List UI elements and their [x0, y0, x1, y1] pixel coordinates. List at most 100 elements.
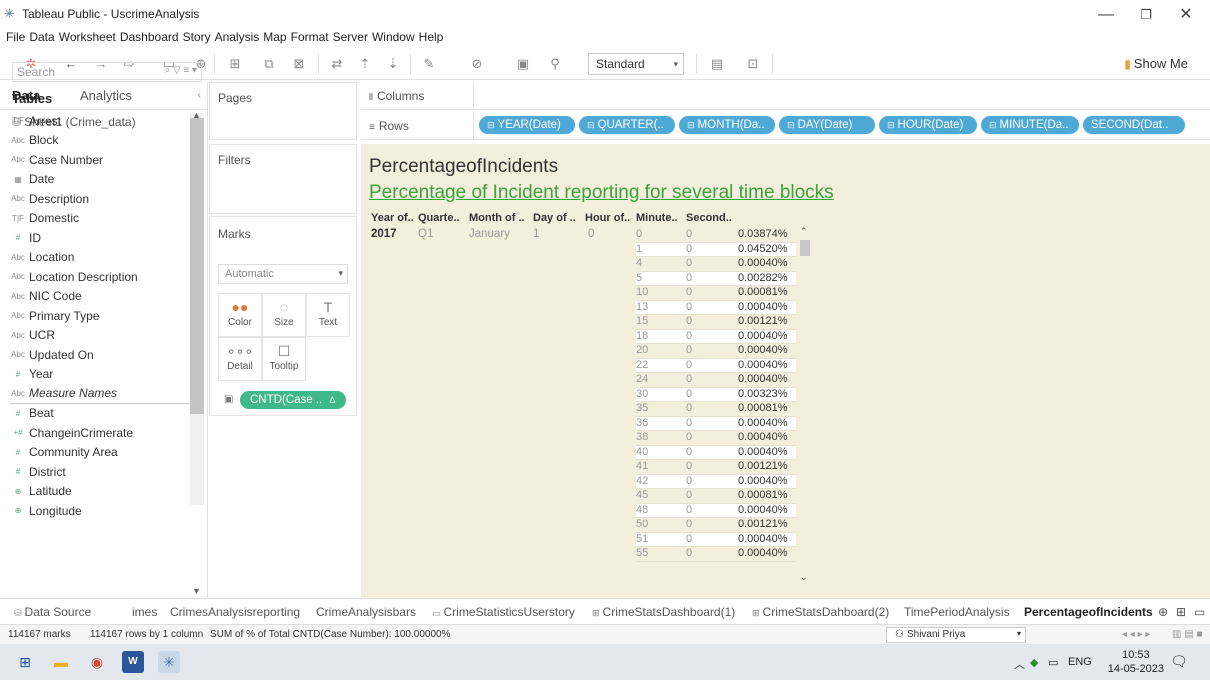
field-item[interactable]: Abc NIC Code	[10, 287, 190, 307]
table-row[interactable]: 42 0 0.00040%	[636, 474, 796, 489]
menu-server[interactable]: Server	[333, 28, 372, 46]
close-button[interactable]: ✕	[1166, 4, 1206, 26]
menu-story[interactable]: Story	[183, 28, 215, 46]
fit-mode-select[interactable]: Standard ▾	[588, 53, 684, 75]
table-row[interactable]: 51 0 0.00040%	[636, 532, 796, 547]
rows-pill-day[interactable]: ⊟ DAY(Date)	[779, 116, 875, 134]
table-row[interactable]: 15 0 0.00121%	[636, 315, 796, 330]
minimize-button[interactable]: —	[1086, 4, 1126, 26]
header-month[interactable]: Month of ..	[469, 212, 525, 224]
menu-help[interactable]: Help	[419, 28, 448, 46]
table-row[interactable]: 5 0 0.00282%	[636, 271, 796, 286]
rows-pill-hour[interactable]: ⊟ HOUR(Date)	[879, 116, 977, 134]
table-row[interactable]: 18 0 0.00040%	[636, 329, 796, 344]
new-story-tab-icon[interactable]: ▭	[1194, 605, 1205, 619]
field-item[interactable]: ⊕ Latitude	[10, 482, 190, 502]
rows-pill-month[interactable]: ⊟ MONTH(Da..	[679, 116, 775, 134]
field-item[interactable]: # ID	[10, 228, 190, 248]
detail-button[interactable]: ∘∘∘ Detail	[218, 337, 262, 381]
notifications-icon[interactable]: 🗨	[1170, 653, 1188, 670]
view-mode-icons[interactable]: ▥ ▤ ■	[1172, 629, 1203, 640]
table-row[interactable]: 13 0 0.00040%	[636, 300, 796, 315]
table-row[interactable]: 45 0 0.00081%	[636, 489, 796, 504]
rows-pill-minute[interactable]: ⊟ MINUTE(Da..	[981, 116, 1079, 134]
tab-crimes-analysis-reporting[interactable]: CrimesAnalysisreporting	[170, 605, 300, 619]
color-button[interactable]: ●● Color	[218, 293, 262, 337]
tray-chevron-icon[interactable]: ︿	[1014, 656, 1025, 672]
word-icon[interactable]: W	[122, 651, 144, 673]
table-row[interactable]: 38 0 0.00040%	[636, 431, 796, 446]
field-item[interactable]: ▦ Date	[10, 170, 190, 190]
field-item[interactable]: T|F Arrest	[10, 111, 190, 131]
language-indicator[interactable]: ENG	[1068, 656, 1092, 668]
labels-icon[interactable]: ▣	[514, 55, 532, 73]
presentation-icon[interactable]: ⊡	[744, 55, 762, 73]
speaker-icon[interactable]: ▭	[1048, 656, 1058, 669]
scroll-down-icon[interactable]: ⌄	[800, 572, 808, 583]
clear-sheet-icon[interactable]: ⊠	[290, 55, 308, 73]
table-row[interactable]: 20 0 0.00040%	[636, 344, 796, 359]
sort-ascending-icon[interactable]: ⇡	[356, 55, 374, 73]
windows-start-icon[interactable]: ⊞	[14, 651, 36, 673]
field-item[interactable]: Abc Block	[10, 131, 190, 151]
rows-pill-second[interactable]: SECOND(Dat..	[1083, 116, 1185, 134]
scroll-up-icon[interactable]: ▲	[192, 110, 201, 120]
tab-analytics[interactable]: Analytics	[80, 88, 132, 103]
header-day[interactable]: Day of ..	[533, 212, 576, 224]
header-minute[interactable]: Minute..	[636, 212, 678, 224]
menu-window[interactable]: Window	[372, 28, 419, 46]
field-list-scroll-thumb[interactable]	[190, 118, 204, 414]
table-row[interactable]: 35 0 0.00081%	[636, 402, 796, 417]
field-item[interactable]: Abc Case Number	[10, 150, 190, 170]
header-second[interactable]: Second..	[686, 212, 732, 224]
maximize-button[interactable]: ❐	[1126, 4, 1166, 26]
sort-descending-icon[interactable]: ⇣	[384, 55, 402, 73]
show-cards-icon[interactable]: ▤	[708, 55, 726, 73]
network-icon[interactable]: ◆	[1030, 656, 1038, 669]
table-row[interactable]: 1 0 0.04520%	[636, 242, 796, 257]
size-button[interactable]: ◌ Size	[262, 293, 306, 337]
new-worksheet-icon[interactable]: ⊞	[226, 55, 244, 73]
field-item[interactable]: # Community Area	[10, 443, 190, 463]
table-row[interactable]: 36 0 0.00040%	[636, 416, 796, 431]
user-menu[interactable]: ⚇ Shivani Priya ▾	[886, 627, 1026, 643]
table-row[interactable]: 30 0 0.00323%	[636, 387, 796, 402]
tooltip-button[interactable]: ☐ Tooltip	[262, 337, 306, 381]
table-row[interactable]: 0 0 0.03874%	[636, 228, 796, 243]
tableau-taskbar-icon[interactable]: ✳	[158, 651, 180, 673]
show-me-button[interactable]: ▮ Show Me	[1124, 56, 1188, 71]
menu-format[interactable]: Format	[291, 28, 333, 46]
table-row[interactable]: 22 0 0.00040%	[636, 358, 796, 373]
table-row[interactable]: 40 0 0.00040%	[636, 445, 796, 460]
menu-file[interactable]: File	[6, 28, 29, 46]
columns-shelf[interactable]: ⦀ Columns	[361, 82, 1210, 110]
field-item[interactable]: +# ChangeinCrimerate	[10, 423, 190, 443]
tab-crime-stats-dashboard-2[interactable]: ⊞ CrimeStatsDahboard(2)	[752, 605, 889, 619]
tab-crime-statistics-userstory[interactable]: ▭ CrimeStatisticsUserstory	[432, 605, 575, 619]
menu-worksheet[interactable]: Worksheet	[59, 28, 120, 46]
rows-pill-year[interactable]: ⊟ YEAR(Date)	[479, 116, 575, 134]
tab-nav-arrows-icon[interactable]: ◂ ◂ ▸ ▸	[1122, 629, 1150, 640]
highlight-icon[interactable]: ✎	[420, 55, 438, 73]
table-row[interactable]: 10 0 0.00081%	[636, 286, 796, 301]
swap-icon[interactable]: ⇄	[328, 55, 346, 73]
field-item[interactable]: Abc Description	[10, 189, 190, 209]
new-worksheet-tab-icon[interactable]: ⊕	[1158, 605, 1168, 619]
pages-card[interactable]: Pages	[209, 82, 357, 140]
menu-map[interactable]: Map	[263, 28, 290, 46]
new-dashboard-tab-icon[interactable]: ⊞	[1176, 605, 1186, 619]
field-item[interactable]: ⊕ Longitude	[10, 501, 190, 521]
rows-pill-quarter[interactable]: ⊟ QUARTER(..	[579, 116, 675, 134]
search-filter-icons[interactable]: ⌕ ▽ ≡ ▾	[165, 65, 197, 76]
file-explorer-icon[interactable]: ▬	[50, 651, 72, 673]
header-hour[interactable]: Hour of..	[585, 212, 630, 224]
menu-data[interactable]: Data	[29, 28, 58, 46]
tab-crime-stats-dashboard-1[interactable]: ⊞ CrimeStatsDashboard(1)	[592, 605, 735, 619]
field-item[interactable]: # Beat	[10, 404, 190, 424]
pin-icon[interactable]: ⚲	[546, 55, 564, 73]
collapse-pane-icon[interactable]: ‹	[198, 90, 201, 101]
scroll-down-icon[interactable]: ▼	[192, 586, 201, 596]
tab-imes[interactable]: imes	[132, 605, 157, 619]
table-scrollbar[interactable]: ⌃ ⌄	[798, 226, 812, 586]
tab-percentage-of-incidents[interactable]: PercentageofIncidents	[1024, 605, 1153, 619]
